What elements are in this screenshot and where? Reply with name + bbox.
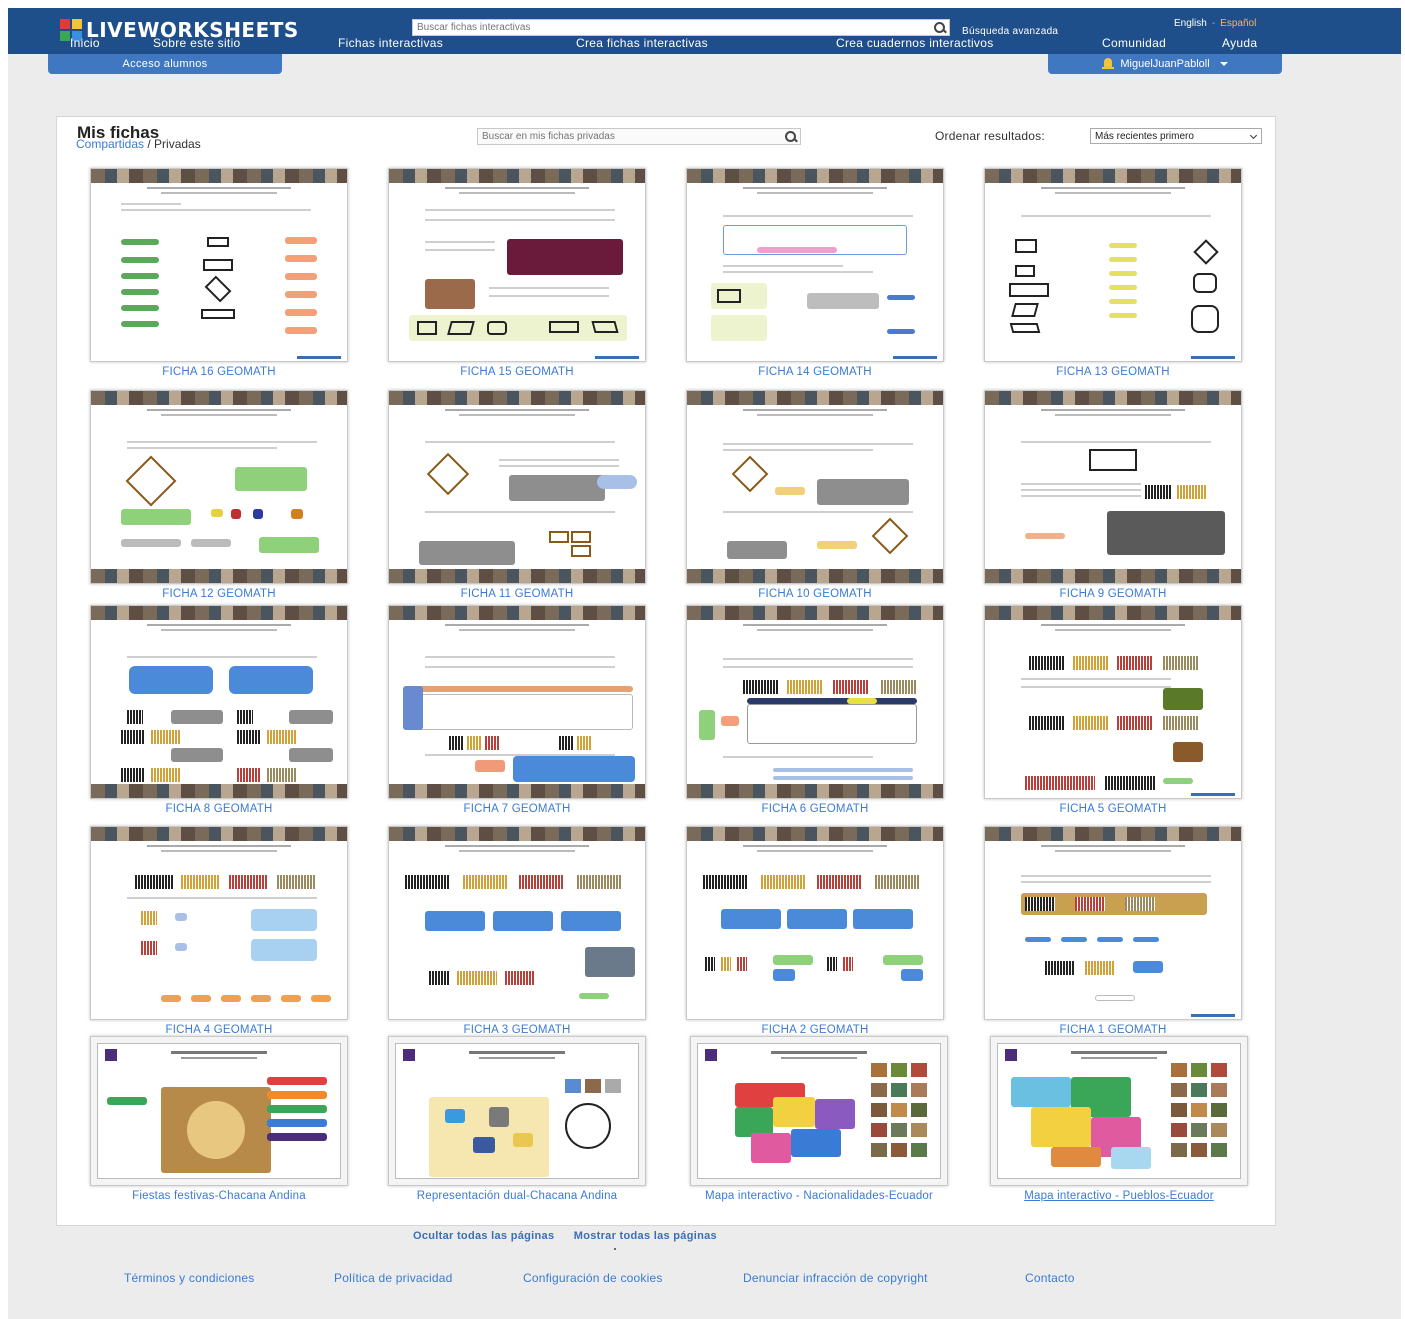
nav-comunidad[interactable]: Comunidad	[1102, 36, 1166, 50]
worksheet-card[interactable]: FICHA 6 GEOMATH	[686, 605, 944, 816]
nav-ayuda[interactable]: Ayuda	[1222, 36, 1257, 50]
worksheet-card[interactable]: FICHA 2 GEOMATH	[686, 826, 944, 1037]
filter-separator: /	[144, 137, 155, 151]
worksheet-title-link[interactable]: FICHA 11 GEOMATH	[388, 587, 646, 601]
nav-inicio[interactable]: Inicio	[70, 36, 100, 50]
worksheet-card[interactable]: FICHA 15 GEOMATH	[388, 168, 646, 379]
worksheet-thumbnail[interactable]	[388, 605, 646, 799]
nav-sobre-este-sitio[interactable]: Sobre este sitio	[153, 36, 241, 50]
worksheet-title-link[interactable]: FICHA 2 GEOMATH	[686, 1023, 944, 1037]
search-icon[interactable]	[782, 129, 800, 144]
hide-all-pages-link[interactable]: Ocultar todas las páginas	[413, 1230, 554, 1242]
worksheet-thumbnail[interactable]	[984, 168, 1242, 362]
worksheet-thumbnail[interactable]	[984, 826, 1242, 1020]
worksheet-thumbnail[interactable]	[984, 605, 1242, 799]
chevron-down-icon	[1249, 131, 1258, 140]
footer-copyright-link[interactable]: Denunciar infracción de copyright	[743, 1271, 928, 1285]
worksheet-title-link[interactable]: FICHA 6 GEOMATH	[686, 802, 944, 816]
footer-contact-link[interactable]: Contacto	[1025, 1271, 1075, 1285]
worksheet-thumbnail[interactable]	[90, 168, 348, 362]
pages-toggle-links: Ocultar todas las páginas Mostrar todas …	[413, 1230, 733, 1242]
worksheet-thumbnail[interactable]	[90, 605, 348, 799]
student-access-button[interactable]: Acceso alumnos	[48, 54, 282, 74]
sort-label: Ordenar resultados:	[935, 129, 1045, 143]
worksheet-title-link[interactable]: Representación dual-Chacana Andina	[388, 1189, 646, 1203]
worksheet-title-link[interactable]: FICHA 4 GEOMATH	[90, 1023, 348, 1037]
private-search	[477, 128, 801, 145]
worksheet-title-link[interactable]: FICHA 3 GEOMATH	[388, 1023, 646, 1037]
worksheet-title-link[interactable]: FICHA 7 GEOMATH	[388, 802, 646, 816]
worksheet-thumbnail[interactable]	[388, 168, 646, 362]
worksheet-title-link[interactable]: FICHA 13 GEOMATH	[984, 365, 1242, 379]
worksheet-title-link[interactable]: FICHA 14 GEOMATH	[686, 365, 944, 379]
worksheet-card[interactable]: FICHA 12 GEOMATH	[90, 390, 348, 601]
worksheet-title-link[interactable]: FICHA 8 GEOMATH	[90, 802, 348, 816]
lang-spanish[interactable]: Español	[1220, 18, 1256, 29]
nav-crea-cuadernos[interactable]: Crea cuadernos interactivos	[836, 36, 994, 50]
worksheet-title-link[interactable]: FICHA 12 GEOMATH	[90, 587, 348, 601]
worksheet-thumbnail[interactable]	[686, 826, 944, 1020]
sort-selected-value: Más recientes primero	[1095, 130, 1194, 142]
visibility-filter: Compartidas / Privadas	[76, 137, 201, 151]
lang-english[interactable]: English	[1174, 18, 1207, 29]
worksheet-card[interactable]: Representación dual-Chacana Andina	[388, 1036, 646, 1203]
worksheet-card[interactable]: FICHA 4 GEOMATH	[90, 826, 348, 1037]
sort-select[interactable]: Más recientes primero	[1090, 128, 1262, 144]
footer-privacy-link[interactable]: Política de privacidad	[334, 1271, 452, 1285]
nav-fichas-interactivas[interactable]: Fichas interactivas	[338, 36, 443, 50]
worksheet-thumbnail[interactable]	[686, 168, 944, 362]
worksheet-thumbnail[interactable]	[90, 826, 348, 1020]
worksheet-thumbnail[interactable]	[686, 390, 944, 584]
worksheet-card[interactable]: Mapa interactivo - Pueblos-Ecuador	[990, 1036, 1248, 1203]
worksheet-thumbnail[interactable]	[388, 390, 646, 584]
worksheet-thumbnail[interactable]	[990, 1036, 1248, 1186]
worksheet-title-link[interactable]: FICHA 16 GEOMATH	[90, 365, 348, 379]
worksheet-card[interactable]: FICHA 3 GEOMATH	[388, 826, 646, 1037]
filter-shared-link[interactable]: Compartidas	[76, 137, 144, 151]
worksheet-thumbnail[interactable]	[90, 1036, 348, 1186]
worksheet-title-link[interactable]: FICHA 15 GEOMATH	[388, 365, 646, 379]
worksheet-thumbnail[interactable]	[388, 826, 646, 1020]
nav-crea-fichas[interactable]: Crea fichas interactivas	[576, 36, 708, 50]
worksheet-thumbnail[interactable]	[984, 390, 1242, 584]
bell-icon	[1102, 58, 1115, 70]
worksheet-card[interactable]: FICHA 7 GEOMATH	[388, 605, 646, 816]
search-icon[interactable]	[931, 20, 949, 35]
worksheet-title-link[interactable]: Fiestas festivas-Chacana Andina	[90, 1189, 348, 1203]
divider-dot	[614, 1248, 616, 1250]
global-search-input[interactable]	[413, 20, 931, 35]
worksheet-title-link[interactable]: FICHA 5 GEOMATH	[984, 802, 1242, 816]
footer-cookies-link[interactable]: Configuración de cookies	[523, 1271, 663, 1285]
worksheet-card[interactable]: FICHA 14 GEOMATH	[686, 168, 944, 379]
worksheet-thumbnail[interactable]	[388, 1036, 646, 1186]
worksheet-card[interactable]: FICHA 16 GEOMATH	[90, 168, 348, 379]
worksheet-card[interactable]: FICHA 5 GEOMATH	[984, 605, 1242, 816]
worksheet-card[interactable]: Fiestas festivas-Chacana Andina	[90, 1036, 348, 1203]
user-menu-button[interactable]: MiguelJuanPabloll	[1048, 54, 1282, 74]
worksheet-card[interactable]: FICHA 13 GEOMATH	[984, 168, 1242, 379]
worksheet-thumbnail[interactable]	[90, 390, 348, 584]
worksheet-card[interactable]: FICHA 1 GEOMATH	[984, 826, 1242, 1037]
worksheet-title-link[interactable]: FICHA 9 GEOMATH	[984, 587, 1242, 601]
main-nav: Inicio Sobre este sitio Fichas interacti…	[8, 34, 1401, 54]
worksheet-card[interactable]: FICHA 11 GEOMATH	[388, 390, 646, 601]
worksheet-thumbnail[interactable]	[690, 1036, 948, 1186]
footer-terms-link[interactable]: Términos y condiciones	[124, 1271, 254, 1285]
worksheet-title-link[interactable]: Mapa interactivo - Pueblos-Ecuador	[990, 1189, 1248, 1203]
worksheet-card[interactable]: FICHA 9 GEOMATH	[984, 390, 1242, 601]
worksheet-card[interactable]: Mapa interactivo - Nacionalidades-Ecuado…	[690, 1036, 948, 1203]
lang-separator: -	[1211, 18, 1216, 29]
private-search-input[interactable]	[478, 129, 782, 144]
worksheet-card[interactable]: FICHA 8 GEOMATH	[90, 605, 348, 816]
user-name: MiguelJuanPabloll	[1120, 58, 1210, 70]
worksheet-title-link[interactable]: FICHA 1 GEOMATH	[984, 1023, 1242, 1037]
caret-down-icon	[1219, 62, 1228, 66]
worksheet-thumbnail[interactable]	[686, 605, 944, 799]
worksheet-title-link[interactable]: Mapa interactivo - Nacionalidades-Ecuado…	[690, 1189, 948, 1203]
show-all-pages-link[interactable]: Mostrar todas las páginas	[574, 1230, 717, 1242]
worksheet-card[interactable]: FICHA 10 GEOMATH	[686, 390, 944, 601]
filter-private-label: Privadas	[154, 137, 201, 151]
worksheet-title-link[interactable]: FICHA 10 GEOMATH	[686, 587, 944, 601]
language-switcher: English - Español	[1174, 18, 1256, 29]
